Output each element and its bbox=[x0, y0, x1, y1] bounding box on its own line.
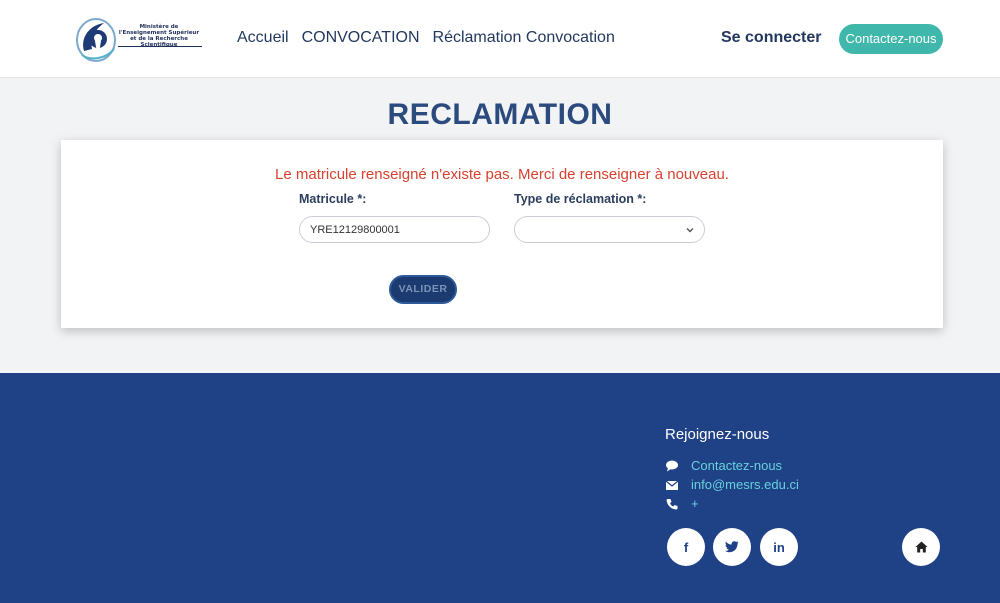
twitter-button[interactable] bbox=[713, 528, 751, 566]
home-button[interactable] bbox=[902, 528, 940, 566]
footer-email-row[interactable]: info@mesrs.edu.ci bbox=[665, 477, 799, 492]
contact-button[interactable]: Contactez-nous bbox=[839, 24, 943, 54]
footer-phone-row[interactable]: + bbox=[665, 496, 699, 511]
linkedin-button[interactable]: in bbox=[760, 528, 798, 566]
reclamation-form: Le matricule renseigné n'existe pas. Mer… bbox=[61, 140, 943, 328]
comment-icon bbox=[666, 460, 678, 471]
footer-email-link[interactable]: info@mesrs.edu.ci bbox=[691, 477, 799, 492]
nav-reclamation-convocation[interactable]: Réclamation Convocation bbox=[433, 29, 615, 47]
home-icon bbox=[915, 541, 927, 553]
chevron-down-icon bbox=[686, 228, 694, 233]
footer-contact-link[interactable]: Contactez-nous bbox=[691, 458, 782, 473]
valider-button[interactable]: VALIDER bbox=[389, 275, 457, 304]
facebook-icon: f bbox=[683, 539, 689, 555]
site-header: Ministère de l'Enseignement Supérieur et… bbox=[0, 0, 1000, 78]
error-message: Le matricule renseigné n'existe pas. Mer… bbox=[275, 166, 729, 183]
matricule-input[interactable] bbox=[299, 216, 490, 243]
footer-contact-row[interactable]: Contactez-nous bbox=[665, 458, 782, 473]
phone-icon bbox=[666, 498, 678, 510]
nav-convocation[interactable]: CONVOCATION bbox=[302, 29, 420, 47]
ministry-emblem-icon bbox=[76, 18, 116, 62]
type-label: Type de réclamation *: bbox=[514, 192, 647, 206]
footer-title: Rejoignez-nous bbox=[665, 426, 770, 443]
logo-divider bbox=[118, 46, 202, 47]
ministry-logo[interactable]: Ministère de l'Enseignement Supérieur et… bbox=[74, 15, 202, 65]
footer-phone-link[interactable]: + bbox=[691, 496, 699, 511]
site-footer: Rejoignez-nous Contactez-nous info@mesrs… bbox=[0, 373, 1000, 603]
type-reclamation-select[interactable] bbox=[514, 216, 705, 243]
login-link[interactable]: Se connecter bbox=[721, 29, 821, 47]
linkedin-icon: in bbox=[773, 539, 785, 555]
facebook-button[interactable]: f bbox=[667, 528, 705, 566]
page-title: RECLAMATION bbox=[387, 98, 613, 131]
main-nav: Accueil CONVOCATION Réclamation Convocat… bbox=[237, 29, 615, 47]
envelope-icon bbox=[665, 480, 679, 490]
matricule-label: Matricule *: bbox=[299, 192, 367, 206]
nav-accueil[interactable]: Accueil bbox=[237, 29, 289, 47]
ministry-name: Ministère de l'Enseignement Supérieur et… bbox=[118, 24, 200, 48]
twitter-icon bbox=[725, 541, 739, 553]
